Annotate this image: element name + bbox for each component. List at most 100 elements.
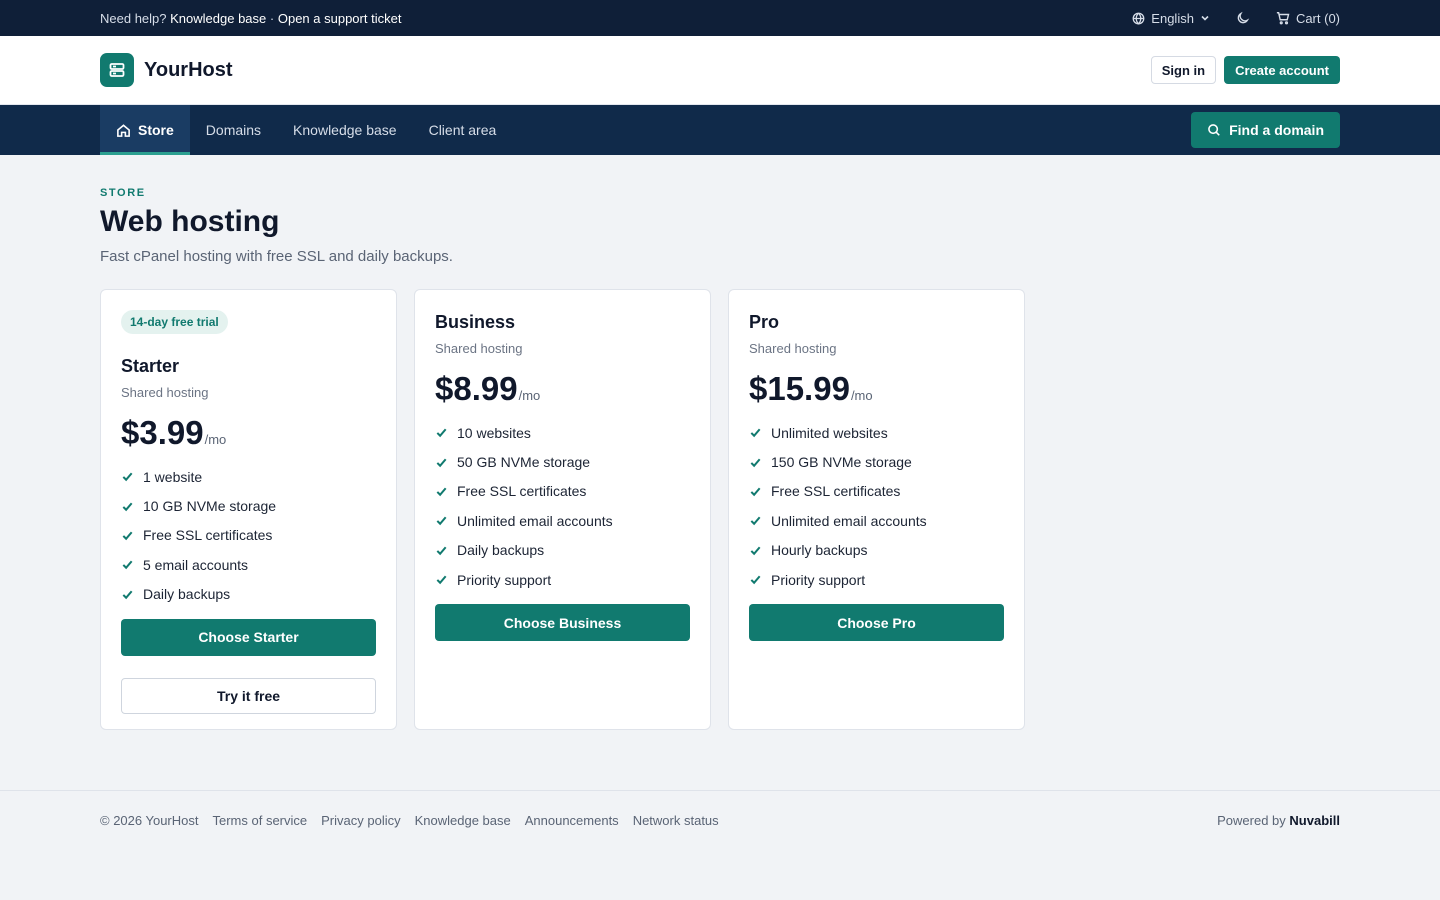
support-ticket-link[interactable]: Open a support ticket bbox=[278, 11, 402, 26]
price-period: /mo bbox=[204, 432, 227, 447]
plan-name: Starter bbox=[121, 356, 180, 376]
feature-item: 150 GB NVMe storage bbox=[749, 447, 1004, 476]
nav-item-client-area[interactable]: Client area bbox=[413, 105, 513, 155]
language-selector[interactable]: English bbox=[1132, 11, 1210, 26]
nav-item-domains[interactable]: Domains bbox=[190, 105, 277, 155]
moon-icon[interactable] bbox=[1236, 11, 1250, 25]
find-domain-label: Find a domain bbox=[1229, 122, 1324, 138]
feature-item: 1 website bbox=[121, 462, 376, 491]
feature-list: 1 website 10 GB NVMe storage Free SSL ce… bbox=[121, 462, 376, 609]
footer-link-announcements[interactable]: Announcements bbox=[525, 813, 619, 900]
server-icon bbox=[109, 63, 125, 77]
search-icon bbox=[1208, 124, 1220, 136]
feature-text: Unlimited email accounts bbox=[771, 512, 927, 529]
cart-label: Cart (0) bbox=[1295, 10, 1340, 26]
feature-text: Unlimited websites bbox=[771, 424, 888, 441]
choose-pro-button[interactable]: Choose Pro bbox=[749, 604, 1004, 642]
feature-text: Hourly backups bbox=[771, 542, 868, 559]
feature-text: 10 websites bbox=[457, 424, 531, 441]
nav-item-store[interactable]: Store bbox=[100, 105, 190, 155]
copyright: © 2026 YourHost bbox=[100, 813, 199, 828]
knowledge-base-link[interactable]: Knowledge base bbox=[170, 11, 266, 26]
feature-text: 1 website bbox=[143, 468, 203, 485]
footer-link-network-status[interactable]: Network status bbox=[633, 813, 719, 900]
globe-icon bbox=[1132, 12, 1145, 25]
home-icon bbox=[117, 123, 130, 137]
feature-item: 50 GB NVMe storage bbox=[435, 447, 690, 476]
check-icon bbox=[750, 487, 761, 497]
page-eyebrow: STORE bbox=[100, 187, 146, 199]
feature-item: Unlimited email accounts bbox=[435, 506, 690, 535]
feature-text: 10 GB NVMe storage bbox=[143, 498, 277, 515]
cart-icon bbox=[1276, 12, 1290, 25]
price-amount: $3.99 bbox=[121, 414, 204, 451]
plan-price: $3.99 /mo bbox=[121, 414, 376, 452]
chevron-down-icon bbox=[1201, 15, 1209, 21]
feature-text: Daily backups bbox=[457, 542, 545, 559]
feature-text: Priority support bbox=[771, 571, 866, 588]
plan-type: Shared hosting bbox=[121, 385, 209, 400]
footer-links: © 2026 YourHost Terms of service Privacy… bbox=[100, 813, 719, 900]
nav-item-label: Knowledge base bbox=[293, 122, 397, 138]
powered-by: Powered by Nuvabill bbox=[1217, 813, 1340, 900]
feature-item: Unlimited websites bbox=[749, 418, 1004, 447]
nav-item-knowledge-base[interactable]: Knowledge base bbox=[277, 105, 413, 155]
footer-link-knowledge-base[interactable]: Knowledge base bbox=[415, 813, 511, 900]
check-icon bbox=[436, 516, 447, 526]
check-icon bbox=[122, 560, 133, 570]
utility-bar: Need help? Knowledge base · Open a suppo… bbox=[0, 0, 1440, 36]
feature-text: 5 email accounts bbox=[143, 556, 249, 573]
feature-item: 10 websites bbox=[435, 418, 690, 447]
try-free-button[interactable]: Try it free bbox=[121, 677, 376, 714]
check-icon bbox=[122, 502, 133, 511]
feature-item: 5 email accounts bbox=[121, 550, 376, 579]
choose-starter-button[interactable]: Choose Starter bbox=[121, 618, 376, 656]
brand-name: YourHost bbox=[144, 58, 233, 81]
check-icon bbox=[750, 428, 761, 438]
find-domain-button[interactable]: Find a domain bbox=[1191, 112, 1340, 148]
feature-text: Daily backups bbox=[143, 586, 231, 603]
plan-type: Shared hosting bbox=[435, 341, 523, 356]
feature-item: 10 GB NVMe storage bbox=[121, 491, 376, 520]
plan-card-pro: Pro Shared hosting $15.99 /mo Unlimited … bbox=[728, 289, 1025, 730]
page-title: Web hosting bbox=[100, 205, 280, 238]
brand[interactable]: YourHost bbox=[100, 53, 233, 87]
feature-item: Free SSL certificates bbox=[121, 521, 376, 550]
plan-name: Business bbox=[435, 312, 516, 332]
feature-text: Priority support bbox=[457, 571, 552, 588]
main-nav: Store Domains Knowledge base Client area… bbox=[0, 105, 1440, 155]
trial-badge: 14-day free trial bbox=[121, 310, 228, 334]
feature-item: Unlimited email accounts bbox=[749, 506, 1004, 535]
check-icon bbox=[750, 516, 761, 526]
feature-item: Free SSL certificates bbox=[749, 477, 1004, 506]
cart-link[interactable]: Cart (0) bbox=[1276, 11, 1340, 26]
check-icon bbox=[750, 458, 761, 467]
nav-item-label: Store bbox=[138, 122, 174, 138]
help-links: Need help? Knowledge base · Open a suppo… bbox=[100, 11, 401, 26]
feature-text: 150 GB NVMe storage bbox=[771, 454, 912, 471]
create-account-button[interactable]: Create account bbox=[1224, 56, 1340, 84]
check-icon bbox=[750, 546, 761, 556]
footer-link-terms[interactable]: Terms of service bbox=[212, 813, 307, 900]
logo bbox=[100, 53, 134, 87]
plan-type: Shared hosting bbox=[749, 341, 837, 356]
feature-item: Priority support bbox=[435, 565, 690, 594]
plan-card-business: Business Shared hosting $8.99 /mo 10 web… bbox=[414, 289, 711, 730]
language-label: English bbox=[1151, 10, 1194, 26]
feature-text: Free SSL certificates bbox=[771, 483, 901, 500]
plan-price: $15.99 /mo bbox=[749, 370, 1004, 408]
nav-item-label: Domains bbox=[205, 122, 262, 138]
check-icon bbox=[750, 575, 761, 585]
price-period: /mo bbox=[850, 388, 873, 403]
choose-business-button[interactable]: Choose Business bbox=[435, 604, 690, 642]
check-icon bbox=[436, 428, 447, 438]
plan-price: $8.99 /mo bbox=[435, 370, 690, 408]
check-icon bbox=[122, 590, 133, 600]
check-icon bbox=[436, 487, 447, 497]
powered-brand[interactable]: Nuvabill bbox=[1289, 813, 1340, 828]
sign-in-button[interactable]: Sign in bbox=[1150, 56, 1217, 84]
feature-item: Priority support bbox=[749, 565, 1004, 594]
price-amount: $15.99 bbox=[749, 370, 850, 407]
feature-item: Free SSL certificates bbox=[435, 477, 690, 506]
footer-link-privacy[interactable]: Privacy policy bbox=[321, 813, 400, 900]
